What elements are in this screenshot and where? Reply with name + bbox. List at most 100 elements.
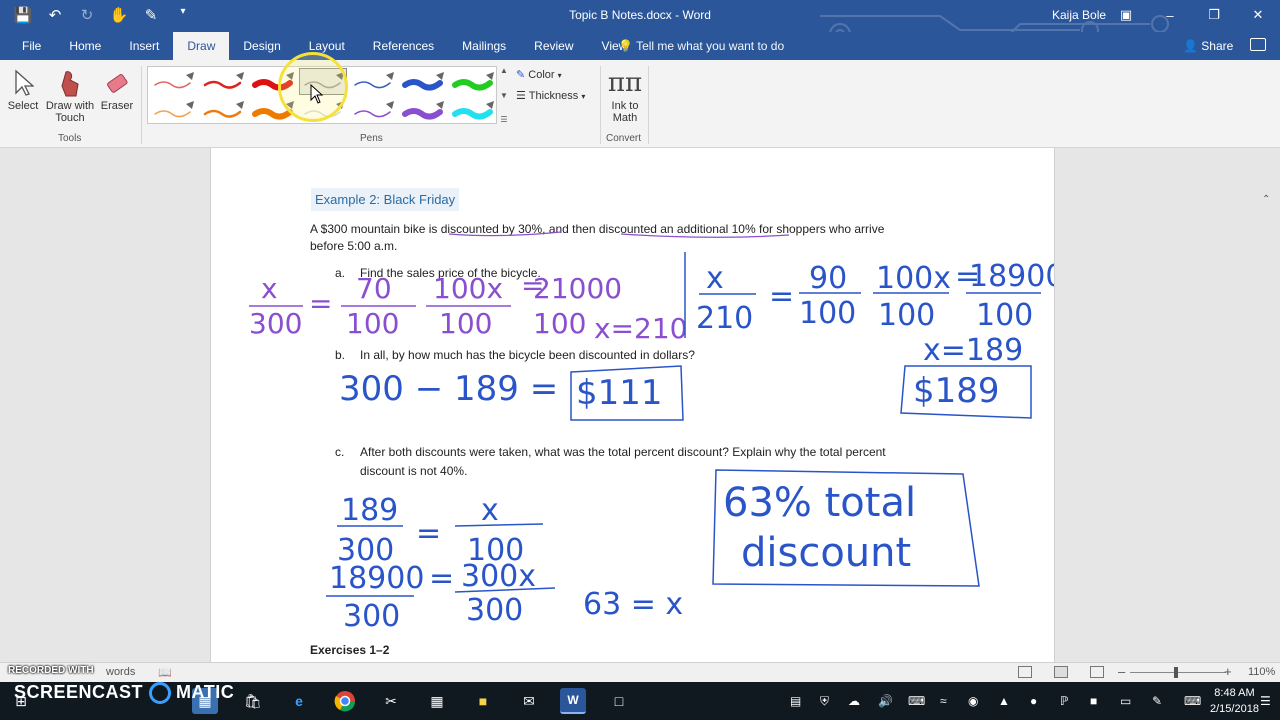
tab-insert[interactable]: Insert [115,32,173,60]
tab-home[interactable]: Home [55,32,115,60]
tray-app-icon[interactable]: ◉ [968,694,978,708]
draw-with-touch-label-2: Touch [55,112,85,124]
share-button[interactable]: 👤 Share [1183,39,1233,53]
tab-design[interactable]: Design [229,32,294,60]
pen-swatch[interactable] [449,97,497,124]
tray-monitor-icon[interactable]: ■ [1090,694,1097,708]
pen-thickness-dropdown[interactable]: ☰ Thickness ▾ [516,89,585,102]
scroll-down-icon[interactable]: ▼ [500,91,508,100]
ink-eq2-100b: 100 [878,298,935,333]
pen-swatch[interactable] [149,68,197,95]
pen-icon [203,72,244,89]
tell-me-search[interactable]: 💡 Tell me what you want to do [618,39,784,53]
user-name[interactable]: Kaija Bole [1052,8,1106,22]
zoom-out-icon[interactable]: – [1118,664,1125,679]
person-icon: 👤 [1183,39,1198,53]
tray-volume-icon[interactable]: 🔊 [878,694,893,708]
tab-mailings[interactable]: Mailings [448,32,520,60]
screencast-watermark: SCREENCAST MATIC [14,682,234,705]
draw-with-touch-button[interactable]: Draw with Touch [43,66,97,124]
ink-eq1-21000: 21000 [533,272,622,305]
scroll-up-icon[interactable]: ▲ [500,66,508,75]
screencast-logo-icon [148,682,171,705]
pen-icon [154,72,194,89]
clock[interactable]: 8:48 AM 2/15/2018 [1210,685,1259,717]
pen-swatch[interactable] [349,97,397,124]
tray-pen-icon[interactable]: ✎ [1152,694,1162,708]
zoom-slider-thumb[interactable] [1174,667,1178,678]
minimize-button[interactable]: – [1148,0,1192,30]
read-mode-icon[interactable] [1018,666,1032,678]
pen-icon [203,101,244,118]
ink-c1-189: 189 [341,493,398,528]
tab-references[interactable]: References [359,32,448,60]
ink-eq1-100c: 100 [533,307,586,340]
zoom-in-icon[interactable]: + [1224,664,1232,679]
pen-swatch[interactable] [199,68,247,95]
word-count[interactable]: words [106,666,135,678]
tray-notification-icon[interactable]: ▲ [998,694,1010,708]
word-taskbar-icon[interactable]: W [560,688,586,714]
select-tool[interactable]: Select [6,66,40,112]
gallery-more-icon[interactable]: ☰ [500,115,507,124]
ink-eq2-100a: 100 [799,296,856,331]
action-center-icon[interactable]: ☰ [1260,694,1271,708]
store-icon[interactable]: 🛍 [240,688,266,714]
document-page[interactable]: Example 2: Black Friday A $300 mountain … [210,148,1055,662]
thickness-icon: ☰ [516,90,526,102]
ribbon-separator [141,66,142,144]
tray-battery-icon[interactable]: ▭ [1120,694,1131,708]
eraser-label: Eraser [100,100,134,112]
pen-swatch[interactable] [349,68,397,95]
ribbon-display-options-icon[interactable]: ▣ [1104,0,1148,30]
convert-group-label: Convert [606,133,642,144]
snipping-icon[interactable]: ✂ [378,688,404,714]
ink-eq2-100c: 100 [976,298,1033,333]
comments-icon[interactable] [1250,38,1266,51]
pen-icon [402,72,444,91]
ink-to-math-button[interactable]: ππ Ink to Math [604,66,646,124]
tray-touch-keyboard-icon[interactable]: ⌨ [1184,694,1201,708]
edge-icon[interactable]: e [286,688,312,714]
close-button[interactable]: ✕ [1236,0,1280,30]
ink-b-work: 300 − 189 = [339,369,558,409]
ink-boxed-c-1: 63% total [723,480,916,526]
chrome-icon[interactable] [332,688,358,714]
tab-review[interactable]: Review [520,32,587,60]
pen-swatch[interactable] [149,97,197,124]
tray-record-icon[interactable]: ● [1030,694,1037,708]
mouse-cursor-icon [310,84,324,104]
sticky-notes-icon[interactable]: ■ [470,688,496,714]
pen-swatch[interactable] [399,97,447,124]
calculator-icon[interactable]: ▦ [424,688,450,714]
tray-wifi-icon[interactable]: ≈ [940,694,947,708]
ink-eq2-100x: 100x [876,261,951,296]
dropdown-arrow-icon: ▾ [581,92,586,101]
ink-eq1-100b: 100 [439,307,492,340]
tray-security-icon[interactable]: ⛨ [820,694,829,709]
print-layout-icon[interactable] [1054,666,1068,678]
proofing-icon[interactable]: 📖 [158,666,172,679]
web-layout-icon[interactable] [1090,666,1104,678]
tray-keyboard-icon[interactable]: ⌨ [908,694,925,708]
tray-onedrive-icon[interactable]: ☁ [848,694,860,708]
ink-eq2-x189: x=189 [923,333,1023,368]
pen-swatch[interactable] [399,68,447,95]
eraser-tool[interactable]: Eraser [100,66,134,112]
tray-bluetooth-icon[interactable]: ℙ [1060,694,1068,708]
mail-icon[interactable]: ✉ [516,688,542,714]
collapse-ribbon-icon[interactable]: ⌃ [1262,194,1270,205]
zoom-slider[interactable] [1130,672,1226,673]
zoom-level[interactable]: 110% [1248,666,1275,678]
pen-swatch[interactable] [199,97,247,124]
pen-icon [402,101,444,120]
restore-button[interactable]: ❐ [1192,0,1236,30]
tab-draw[interactable]: Draw [173,32,230,60]
recorded-with-watermark: RECORDED WITH [8,665,94,676]
tray-network-icon[interactable]: ▤ [790,694,801,708]
tab-file[interactable]: File [8,32,55,60]
pen-color-dropdown[interactable]: ✎ Color ▾ [516,68,562,81]
pen-swatch[interactable] [449,68,497,95]
screen-capture-icon[interactable]: □ [606,688,632,714]
ribbon-separator [648,66,649,144]
